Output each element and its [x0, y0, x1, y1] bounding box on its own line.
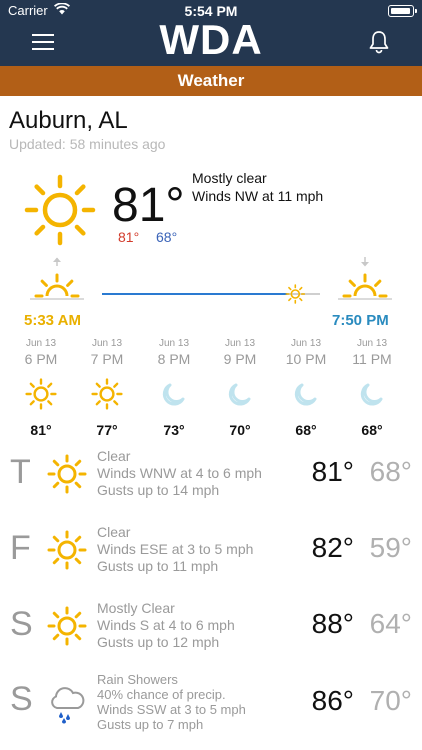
section-title-bar: Weather — [0, 66, 422, 96]
hour-temperature: 77° — [96, 422, 118, 438]
day-description: Rain Showers 40% chance of precip. Winds S… — [97, 672, 297, 732]
updated-timestamp: Updated: 58 minutes ago — [9, 136, 166, 152]
app-header: Carrier 5:54 PM WDA — [0, 0, 422, 66]
day-description: Clear Winds WNW at 4 to 6 mph Gusts up to … — [97, 448, 297, 499]
day-wind: 40% chance of precip. — [97, 687, 226, 702]
hour-temperature: 73° — [163, 422, 185, 438]
hourly-forecast-item: Jun 13 11 PM 68° — [339, 338, 405, 438]
hour-time: 7 PM — [90, 351, 124, 367]
current-condition: Mostly clear Winds NW at 11 mph — [192, 169, 323, 205]
sunset-time: 7:50 PM — [332, 312, 389, 329]
hour-time: 10 PM — [285, 351, 327, 367]
hour-time: 6 PM — [24, 351, 58, 367]
day-gusts: Gusts up to 14 mph — [97, 482, 220, 498]
day-wind: Winds S at 4 to 6 mph — [97, 617, 235, 633]
hour-temperature: 81° — [30, 422, 52, 438]
daylight-progress-track — [102, 284, 320, 304]
rain-icon — [47, 684, 87, 724]
hour-time: 11 PM — [352, 351, 392, 367]
hour-temperature: 68° — [295, 422, 317, 438]
day-condition: Clear — [97, 448, 131, 464]
today-high-temperature: 81° — [118, 229, 140, 245]
day-high-temperature: 88° — [311, 608, 354, 639]
day-low-temperature: 59° — [369, 532, 412, 563]
hourly-forecast-item: Jun 13 6 PM 81° — [8, 338, 74, 438]
day-description: Clear Winds ESE at 3 to 5 mph Gusts up to … — [97, 524, 297, 575]
sun-icon — [47, 454, 87, 494]
condition-text: Mostly clear — [192, 170, 267, 186]
day-low-temperature: 70° — [369, 685, 412, 716]
hour-date: Jun 13 — [158, 338, 190, 349]
hour-date: Jun 13 — [290, 338, 322, 349]
sun-icon — [91, 378, 123, 410]
hourly-forecast-item: Jun 13 9 PM 70° — [207, 338, 273, 438]
app-logo: WDA — [159, 16, 263, 63]
day-condition: Rain Showers — [97, 672, 178, 687]
day-high-temperature: 86° — [311, 685, 354, 716]
hour-date: Jun 13 — [224, 338, 256, 349]
hourly-forecast-item: Jun 13 8 PM 73° — [141, 338, 207, 438]
hour-temperature: 70° — [229, 422, 251, 438]
day-gusts: Winds SSW at 3 to 5 mph — [97, 702, 246, 717]
daily-forecast-row[interactable]: F Clear Winds ESE at 3 to 5 mph Gusts up to… — [0, 516, 422, 586]
moon-icon — [356, 378, 388, 410]
day-letter: S — [10, 680, 33, 718]
sun-icon — [24, 174, 96, 246]
sun-icon — [25, 378, 57, 410]
day-letter: F — [10, 529, 31, 567]
daily-forecast-row[interactable]: S Rain Showers 40% chance of precip. Winds … — [0, 668, 422, 738]
day-gusts: Gusts up to 12 mph — [97, 634, 220, 650]
hour-date: Jun 13 — [91, 338, 123, 349]
day-gusts-extra: Gusts up to 7 mph — [97, 717, 204, 732]
hour-date: Jun 13 — [25, 338, 57, 349]
moon-icon — [158, 378, 190, 410]
hour-date: Jun 13 — [356, 338, 388, 349]
day-low-temperature: 64° — [369, 608, 412, 639]
sunrise-icon — [30, 257, 84, 300]
today-low-temperature: 68° — [156, 229, 178, 245]
moon-icon — [224, 378, 256, 410]
hourly-forecast-item: Jun 13 10 PM 68° — [273, 338, 339, 438]
moon-icon — [290, 378, 322, 410]
day-condition: Mostly Clear — [97, 600, 175, 616]
hour-time: 8 PM — [157, 351, 191, 367]
daily-forecast-row[interactable]: T Clear Winds WNW at 4 to 6 mph Gusts up to… — [0, 440, 422, 510]
hourly-forecast-item: Jun 13 7 PM 77° — [74, 338, 140, 438]
sun-icon — [47, 606, 87, 646]
day-low-temperature: 68° — [369, 456, 412, 487]
current-temperature: 81° — [112, 179, 185, 232]
bell-icon[interactable] — [368, 30, 390, 54]
location-name: Auburn, AL — [9, 107, 128, 134]
day-high-temperature: 82° — [311, 532, 354, 563]
sunrise-time: 5:33 AM — [24, 312, 81, 329]
wind-text: Winds NW at 11 mph — [192, 188, 324, 204]
day-letter: T — [10, 453, 31, 491]
day-gusts: Gusts up to 11 mph — [97, 558, 219, 574]
sunset-icon — [338, 257, 392, 300]
hour-temperature: 68° — [361, 422, 383, 438]
sun-icon — [47, 530, 87, 570]
day-condition: Clear — [97, 524, 131, 540]
day-high-temperature: 81° — [311, 456, 354, 487]
day-wind: Winds WNW at 4 to 6 mph — [97, 465, 262, 481]
hour-time: 9 PM — [223, 351, 257, 367]
daily-forecast-row[interactable]: S Mostly Clear Winds S at 4 to 6 mph Gusts … — [0, 592, 422, 662]
day-letter: S — [10, 605, 33, 643]
day-wind: Winds ESE at 3 to 5 mph — [97, 541, 254, 557]
day-description: Mostly Clear Winds S at 4 to 6 mph Gusts u… — [97, 600, 297, 651]
